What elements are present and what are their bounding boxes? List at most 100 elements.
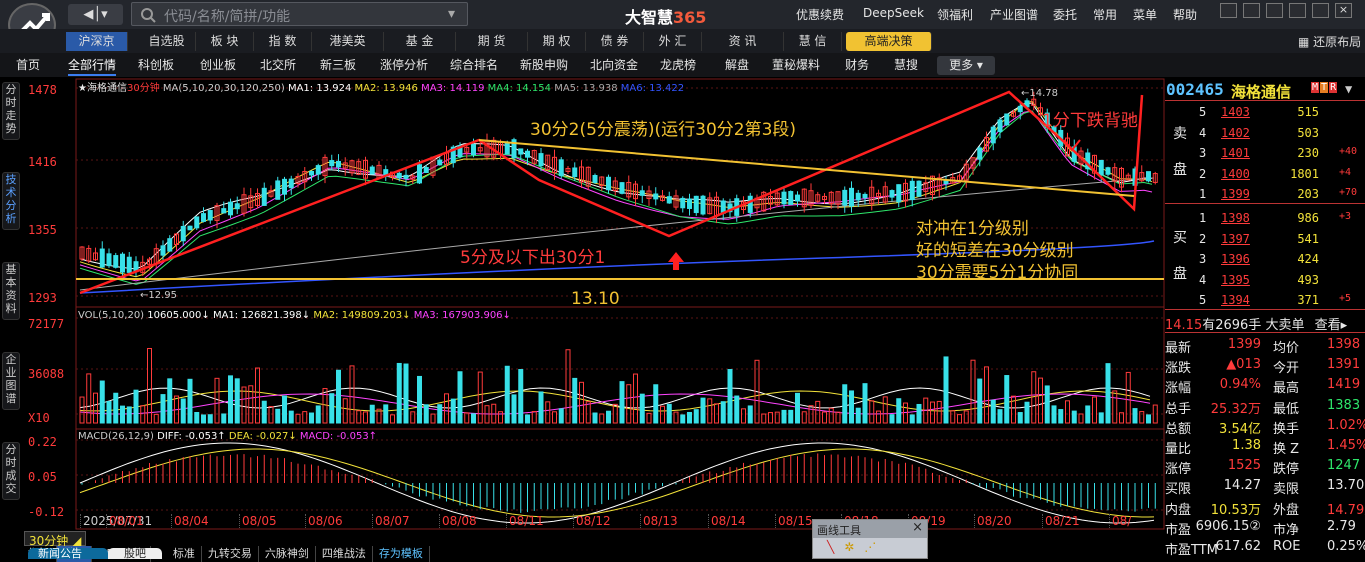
tab-save-template[interactable]: 存为模板 (373, 546, 430, 562)
volume-bar (788, 409, 794, 424)
restore-layout-button[interactable]: ▦ 还原布局 (1298, 33, 1361, 50)
side-tab-trades[interactable]: 分时成交 (2, 442, 20, 500)
tab-standard[interactable]: 标准 (167, 546, 202, 562)
buy-level-5[interactable]: 5 1394 371 +5 (1199, 293, 1365, 307)
quote-label-2: 换 Z (1273, 442, 1300, 457)
sell-level-2[interactable]: 2 1400 1801 +4 (1199, 167, 1365, 181)
nav-market-analysis[interactable]: 解盘 (725, 56, 749, 74)
tab-futures[interactable]: 期 货 (456, 32, 528, 51)
back-icon[interactable]: ◀ (83, 7, 93, 22)
line-tool-icon[interactable]: ╲ (827, 540, 844, 554)
drawing-tool-icons[interactable]: ╲✲⋰ (813, 538, 927, 559)
tab-forex[interactable]: 外 汇 (644, 32, 702, 51)
menu-item-benefit[interactable]: 领福利 (937, 6, 973, 23)
side-tab-fundamentals[interactable]: 基本资料 (2, 262, 20, 320)
tab-four-dim[interactable]: 四维战法 (316, 546, 373, 562)
volume-bar (261, 400, 267, 424)
volume-bar (727, 369, 733, 424)
nav-star-market[interactable]: 科创板 (138, 56, 174, 74)
y-axis-label: X10 (28, 411, 50, 425)
minimize-button[interactable] (1266, 3, 1283, 18)
menu-item-common[interactable]: 常用 (1093, 6, 1117, 23)
big-order-line[interactable]: 14.15有2696手 大卖单 查看▸ (1165, 314, 1347, 333)
maximize-button[interactable] (1289, 3, 1306, 18)
side-tab-technical[interactable]: 技术分析 (2, 172, 20, 230)
menu-item-industry-map[interactable]: 产业图谱 (990, 6, 1038, 23)
tab-funds[interactable]: 基 金 (384, 32, 456, 51)
nav-dragon-tiger[interactable]: 龙虎榜 (660, 56, 696, 74)
side-tab-intraday[interactable]: 分时走势 (2, 82, 20, 140)
tab-six-pulse[interactable]: 六脉神剑 (259, 546, 316, 562)
fullscreen-button[interactable] (1312, 3, 1329, 18)
tab-watchlist[interactable]: 自选股 (138, 32, 196, 51)
volume-bar (977, 378, 983, 424)
mini-window-button[interactable] (1220, 3, 1237, 18)
nav-northbound[interactable]: 北向资金 (590, 56, 638, 74)
buy-level-4[interactable]: 4 1395 493 (1199, 273, 1365, 287)
menu-item-offer[interactable]: 优惠续费 (796, 6, 844, 23)
nav-neeq[interactable]: 新三板 (320, 56, 356, 74)
drawing-tools-panel[interactable]: 画线工具 × ╲✲⋰ (812, 519, 928, 559)
menu-item-entrust[interactable]: 委托 (1053, 6, 1077, 23)
nav-ranking[interactable]: 综合排名 (450, 56, 498, 74)
tab-sectors[interactable]: 板 块 (196, 32, 254, 51)
volume-bar (228, 375, 233, 424)
buy-level-3[interactable]: 3 1396 424 (1199, 252, 1365, 266)
tab-bonds[interactable]: 债 券 (586, 32, 644, 51)
tab-shenzhen-shanghai[interactable]: 沪深京 (66, 32, 128, 51)
premium-decision-button[interactable]: 高端决策 (846, 32, 932, 51)
period-selector[interactable]: 30分钟 ◢ (24, 531, 87, 548)
nav-smart-search[interactable]: 慧搜 (894, 56, 918, 74)
tab-huixin[interactable]: 慧 信 (784, 32, 842, 51)
tab-stock-forum[interactable]: 股吧 (108, 548, 162, 560)
level-price: 1396 (1221, 252, 1250, 266)
buy-level-1[interactable]: 1 1398 986 +3 (1199, 211, 1365, 225)
side-tab-company-map[interactable]: 企业图谱 (2, 352, 20, 410)
buy-level-2[interactable]: 2 1397 541 (1199, 232, 1365, 246)
menu-item-menu[interactable]: 菜单 (1133, 6, 1157, 23)
chevron-down-icon[interactable]: ▾ (448, 6, 455, 22)
quote-value: 3.54亿 (1219, 421, 1261, 437)
back-forward-button[interactable]: ◀│▾ (68, 4, 123, 25)
tab-index[interactable]: 指 数 (254, 32, 312, 51)
big-order-type: 大卖单 (1265, 318, 1305, 333)
menu-item-deepseek[interactable]: DeepSeek (863, 6, 924, 20)
view-button[interactable]: 查看▸ (1315, 318, 1348, 333)
level-price: 1398 (1221, 211, 1250, 225)
nav-all-market[interactable]: 全部行情 (68, 56, 117, 76)
search-input[interactable]: 代码/名称/简拼/功能 ▾ (131, 2, 468, 26)
tab-news-announcements[interactable]: 新闻公告 (28, 548, 108, 560)
nav-chinext[interactable]: 创业板 (200, 56, 236, 74)
volume-bar (126, 406, 132, 424)
more-button[interactable]: 更多 ▾ (937, 56, 995, 75)
sell-level-1[interactable]: 1 1399 203 +70 (1199, 187, 1365, 201)
sell-level-4[interactable]: 4 1402 503 (1199, 126, 1365, 140)
menu-item-help[interactable]: 帮助 (1173, 6, 1197, 23)
quote-label-2: 最高 (1273, 381, 1300, 397)
ray-tool-icon[interactable]: ✲ (844, 540, 864, 554)
restore-window-button[interactable] (1243, 3, 1260, 18)
dropdown-icon[interactable]: ▼ (1345, 82, 1352, 96)
close-icon[interactable]: × (912, 520, 923, 535)
y-axis-label: 0.22 (28, 435, 57, 449)
nav-ipo[interactable]: 新股申购 (520, 56, 568, 74)
close-icon[interactable]: × (1335, 3, 1352, 18)
nav-finance[interactable]: 财务 (845, 56, 869, 74)
nav-secretary-news[interactable]: 董秘爆料 (772, 56, 820, 74)
nav-bse[interactable]: 北交所 (260, 56, 296, 74)
sell-level-3[interactable]: 3 1401 230 +40 (1199, 146, 1365, 160)
tab-options[interactable]: 期 权 (528, 32, 586, 51)
nav-limit-analysis[interactable]: 涨停分析 (380, 56, 428, 74)
fan-tool-icon[interactable]: ⋰ (864, 540, 886, 554)
chevron-down-icon[interactable]: ▾ (101, 7, 108, 22)
tab-news[interactable]: 资 讯 (702, 32, 784, 51)
nav-home[interactable]: 首页 (16, 56, 40, 74)
level-number: 3 (1199, 146, 1207, 160)
volume-bar (714, 403, 719, 424)
volume-bar (342, 398, 348, 424)
sell-level-5[interactable]: 5 1403 515 (1199, 105, 1365, 119)
tab-nine-turn[interactable]: 九转交易 (202, 546, 259, 562)
tab-hk-us-uk[interactable]: 港美英 (312, 32, 384, 51)
level-change: +5 (1339, 293, 1352, 304)
macd-value: MACD: -0.053↑ (299, 431, 378, 442)
